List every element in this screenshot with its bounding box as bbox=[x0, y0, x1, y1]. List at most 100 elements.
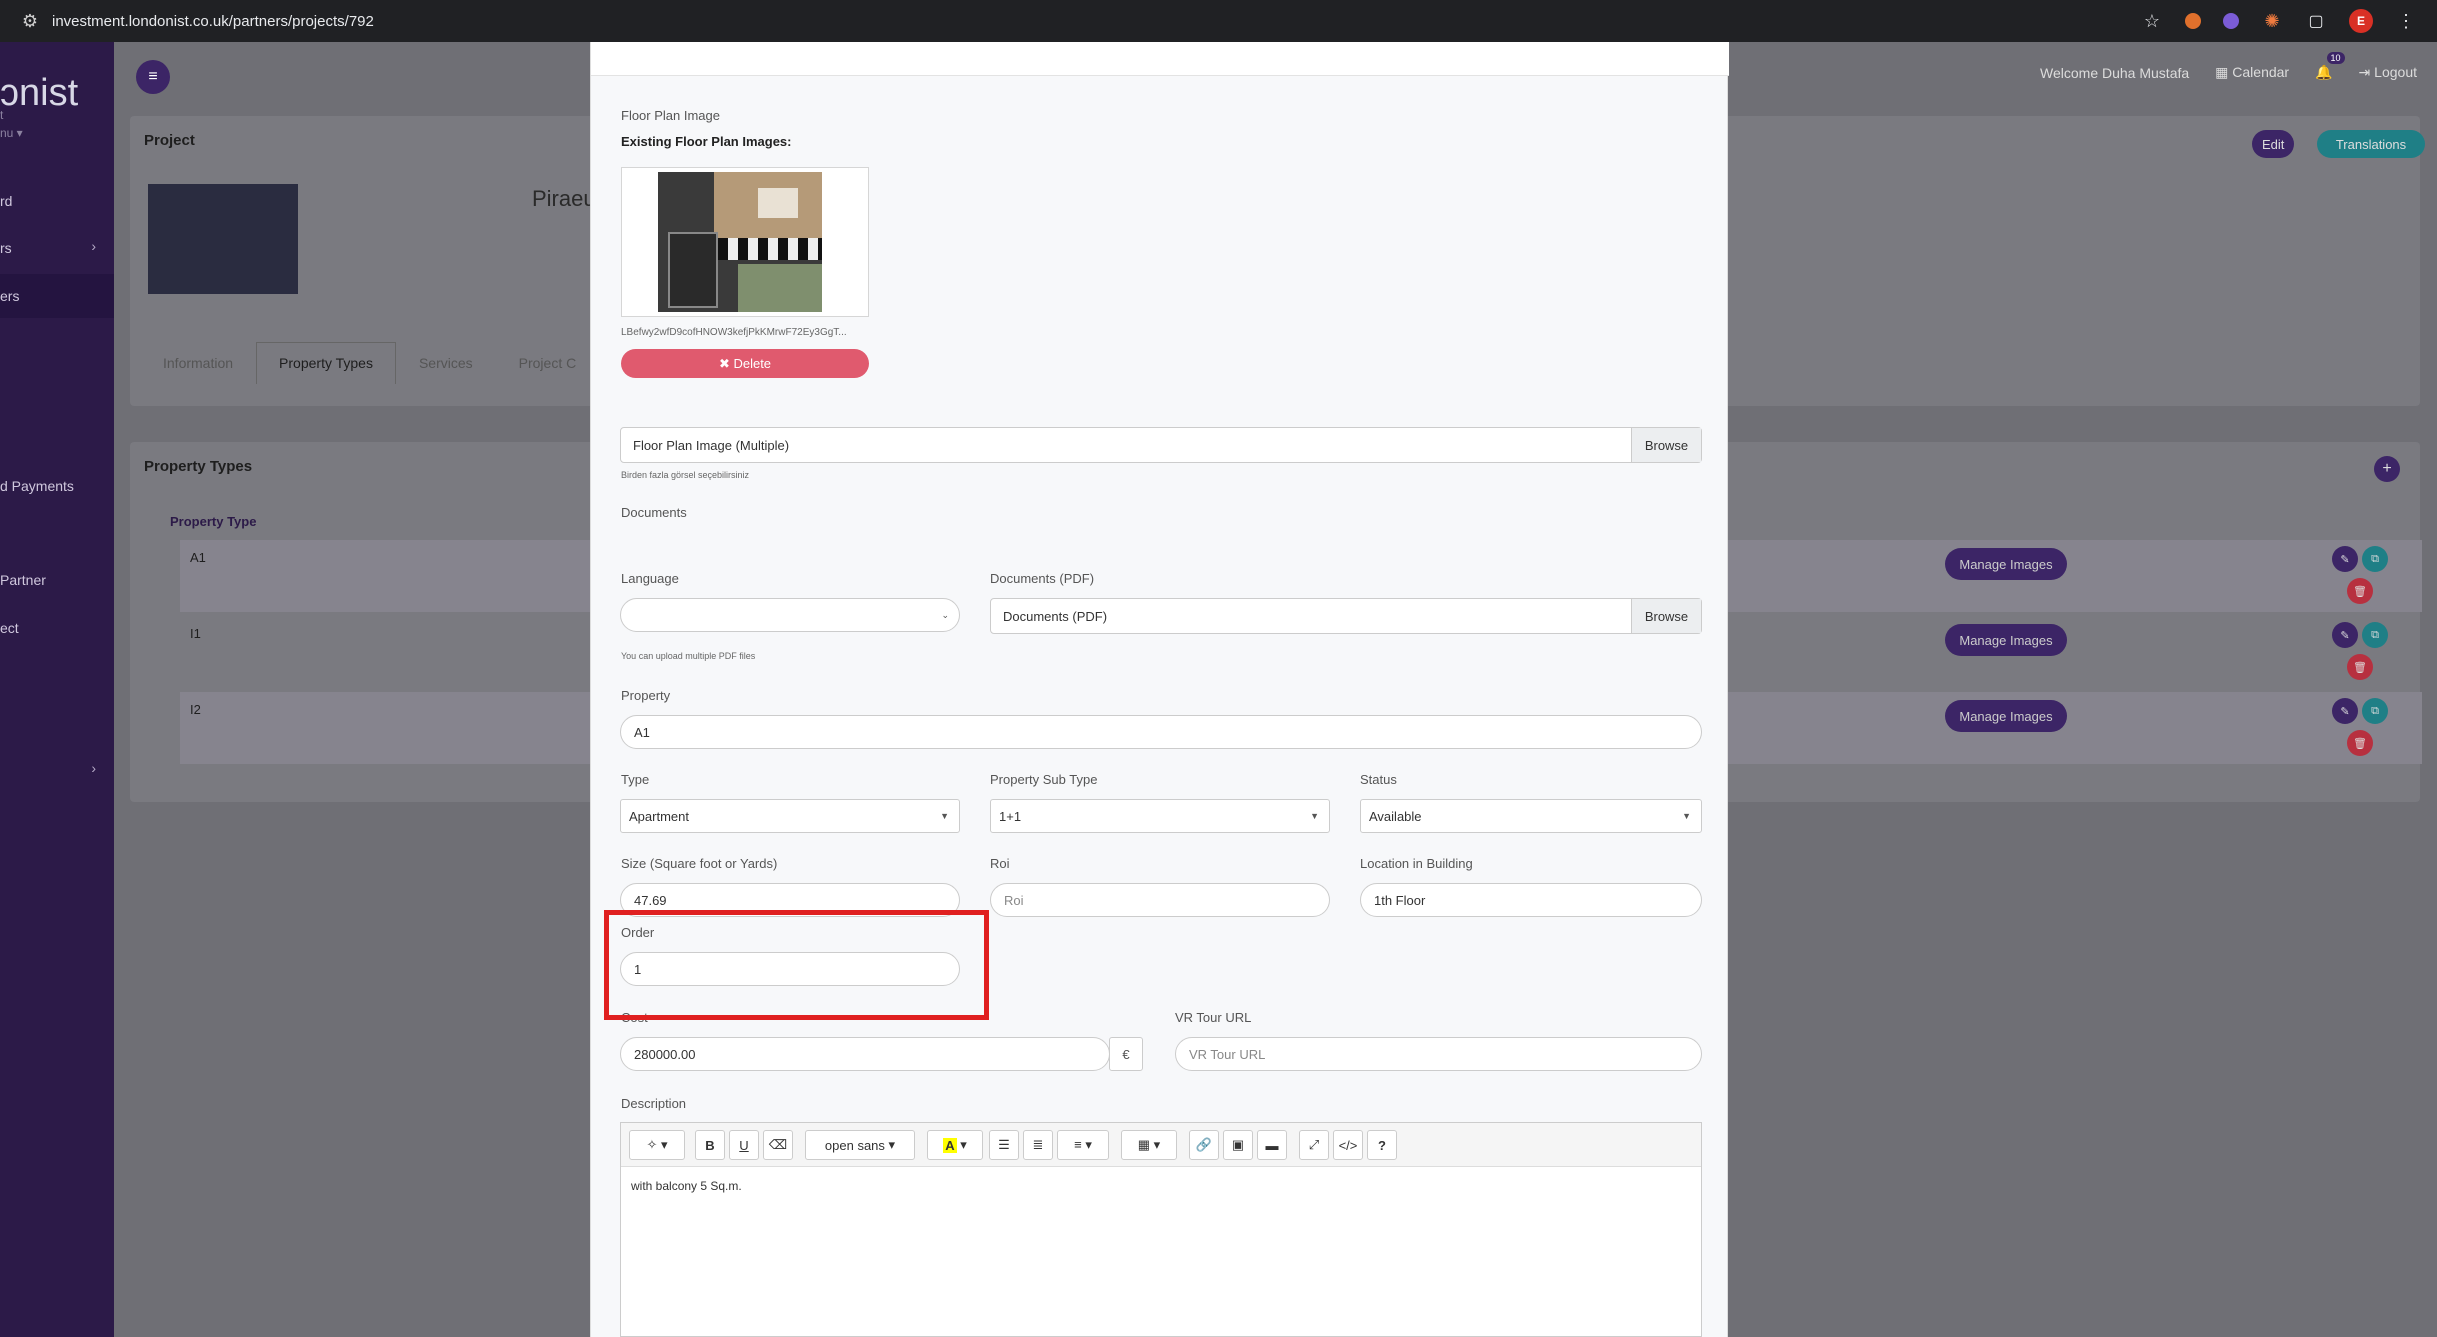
trash-icon[interactable]: 🗑 bbox=[2347, 578, 2373, 604]
edit-label: Edit bbox=[2262, 136, 2285, 152]
notification-badge: 10 bbox=[2326, 52, 2345, 64]
language-select[interactable]: ⌄ bbox=[620, 598, 960, 632]
sidebar-item-partner[interactable]: Partner bbox=[0, 572, 46, 588]
copy-icon[interactable]: ⧉ bbox=[2362, 698, 2388, 724]
extensions-puzzle-icon[interactable]: ▢ bbox=[2305, 10, 2327, 32]
extension-purple-icon[interactable] bbox=[2223, 13, 2239, 29]
type-value: Apartment bbox=[629, 808, 689, 824]
browse-button[interactable]: Browse bbox=[1631, 428, 1701, 462]
extension-sun-icon[interactable]: ✺ bbox=[2261, 10, 2283, 32]
manage-images-button[interactable]: Manage Images bbox=[1945, 624, 2067, 656]
site-settings-icon[interactable]: ⚙ bbox=[18, 9, 42, 33]
description-editor: ✧ ▾ B U ⌫ open sans ▾ A ▾ ☰ ≣ ≡ ▾ ▦ ▾ 🔗 … bbox=[620, 1122, 1702, 1337]
caret-down-icon: ▼ bbox=[940, 811, 949, 821]
star-icon[interactable]: ☆ bbox=[2141, 10, 2163, 32]
sidebar-item-partners[interactable]: ers bbox=[0, 288, 19, 304]
floor-plan-help: Birden fazla görsel seçebilirsiniz bbox=[621, 470, 750, 480]
notification-bell-icon[interactable]: 🔔 10 bbox=[2315, 52, 2345, 81]
tab-services[interactable]: Services bbox=[396, 342, 496, 384]
pdf-help: You can upload multiple PDF files bbox=[621, 651, 756, 661]
welcome-text: Welcome Duha Mustafa bbox=[2040, 64, 2190, 81]
vr-tour-input[interactable]: VR Tour URL bbox=[1175, 1037, 1702, 1071]
floor-plan-image bbox=[658, 172, 822, 312]
tab-project-content[interactable]: Project C bbox=[496, 342, 600, 384]
bullet-list-icon[interactable]: ☰ bbox=[989, 1130, 1019, 1160]
type-select[interactable]: Apartment ▼ bbox=[620, 799, 960, 833]
top-right-nav: Welcome Duha Mustafa ▦ Calendar 🔔 10 ⇥ Lo… bbox=[2040, 52, 2417, 81]
subtype-select[interactable]: 1+1 ▼ bbox=[990, 799, 1330, 833]
extension-orange-icon[interactable] bbox=[2185, 13, 2201, 29]
logo: ɔnist bbox=[0, 72, 79, 114]
magic-wand-icon[interactable]: ✧ ▾ bbox=[629, 1130, 685, 1160]
edit-icon[interactable]: ✎ bbox=[2332, 546, 2358, 572]
floor-plan-thumbnail[interactable] bbox=[621, 167, 869, 317]
column-property-type: Property Type bbox=[170, 514, 257, 529]
documents-pdf-input[interactable]: Documents (PDF) Browse bbox=[990, 598, 1702, 634]
add-icon[interactable]: + bbox=[2374, 456, 2400, 482]
tab-property-types[interactable]: Property Types bbox=[256, 342, 396, 384]
calendar-link[interactable]: ▦ Calendar bbox=[2215, 64, 2289, 81]
floor-plan-label: Floor Plan Image bbox=[621, 108, 720, 123]
numbered-list-icon[interactable]: ≣ bbox=[1023, 1130, 1053, 1160]
documents-label: Documents bbox=[621, 505, 687, 520]
trash-icon[interactable]: 🗑 bbox=[2347, 654, 2373, 680]
roi-input[interactable]: Roi bbox=[990, 883, 1330, 917]
sidebar-item-project[interactable]: ect bbox=[0, 620, 19, 636]
video-icon[interactable]: ▬ bbox=[1257, 1130, 1287, 1160]
tab-information[interactable]: Information bbox=[140, 342, 256, 384]
address-bar[interactable]: investment.londonist.co.uk/partners/proj… bbox=[52, 13, 374, 30]
edit-button[interactable]: Edit bbox=[2252, 130, 2295, 158]
property-label: Property bbox=[621, 688, 671, 703]
copy-icon[interactable]: ⧉ bbox=[2362, 546, 2388, 572]
code-view-icon[interactable]: </> bbox=[1333, 1130, 1363, 1160]
cost-input[interactable]: 280000.00 bbox=[620, 1037, 1110, 1071]
description-text[interactable]: with balcony 5 Sq.m. bbox=[631, 1179, 742, 1193]
modal-header bbox=[591, 42, 1729, 76]
project-tabs: Information Property Types Services Proj… bbox=[140, 342, 599, 384]
chevron-down-icon: ⌄ bbox=[941, 609, 949, 620]
browser-actions: ☆ ✺ ▢ E ⋮ bbox=[2141, 0, 2417, 42]
link-icon[interactable]: 🔗 bbox=[1189, 1130, 1219, 1160]
sidebar: ɔnist t nu ▾ rd rs › ers d Payments Part… bbox=[0, 42, 114, 1337]
browser-menu-icon[interactable]: ⋮ bbox=[2395, 10, 2417, 32]
floor-plan-multi-text: Floor Plan Image (Multiple) bbox=[633, 437, 790, 453]
text-color-icon[interactable]: A ▾ bbox=[927, 1130, 983, 1160]
fullscreen-icon[interactable]: ⤢ bbox=[1299, 1130, 1329, 1160]
trash-icon[interactable]: 🗑 bbox=[2347, 730, 2373, 756]
status-label: Status bbox=[1360, 772, 1397, 787]
property-input[interactable]: A1 bbox=[620, 715, 1702, 749]
hamburger-button[interactable]: ≡ bbox=[136, 60, 170, 94]
edit-icon[interactable]: ✎ bbox=[2332, 622, 2358, 648]
eraser-icon[interactable]: ⌫ bbox=[763, 1130, 793, 1160]
sidebar-item-payments[interactable]: d Payments bbox=[0, 478, 74, 494]
status-select[interactable]: Available ▼ bbox=[1360, 799, 1702, 833]
profile-avatar[interactable]: E bbox=[2349, 9, 2373, 33]
translations-label: Translations bbox=[2335, 136, 2407, 152]
bold-icon[interactable]: B bbox=[695, 1130, 725, 1160]
manage-images-button[interactable]: Manage Images bbox=[1945, 700, 2067, 732]
sidebar-item-users[interactable]: rs bbox=[0, 240, 12, 256]
subtype-label: Property Sub Type bbox=[990, 772, 1098, 787]
floor-plan-multi-input[interactable]: Floor Plan Image (Multiple) Browse bbox=[620, 427, 1702, 463]
sidebar-item-dashboard[interactable]: rd bbox=[0, 193, 12, 209]
edit-icon[interactable]: ✎ bbox=[2332, 698, 2358, 724]
image-icon[interactable]: ▣ bbox=[1223, 1130, 1253, 1160]
logout-link[interactable]: ⇥ Logout bbox=[2359, 64, 2417, 81]
manage-images-button[interactable]: Manage Images bbox=[1945, 548, 2067, 580]
project-card-title: Project bbox=[144, 132, 195, 149]
table-icon[interactable]: ▦ ▾ bbox=[1121, 1130, 1177, 1160]
browse-button[interactable]: Browse bbox=[1631, 599, 1701, 633]
help-icon[interactable]: ? bbox=[1367, 1130, 1397, 1160]
logout-icon: ⇥ bbox=[2358, 64, 2375, 80]
underline-icon[interactable]: U bbox=[729, 1130, 759, 1160]
translations-button[interactable]: Translations bbox=[2317, 130, 2425, 158]
logo-subtitle: t bbox=[0, 108, 4, 122]
align-icon[interactable]: ≡ ▾ bbox=[1057, 1130, 1109, 1160]
delete-button[interactable]: ✖ Delete bbox=[621, 349, 869, 378]
editor-toolbar: ✧ ▾ B U ⌫ open sans ▾ A ▾ ☰ ≣ ≡ ▾ ▦ ▾ 🔗 … bbox=[621, 1123, 1701, 1167]
copy-icon[interactable]: ⧉ bbox=[2362, 622, 2388, 648]
location-input[interactable]: 1th Floor bbox=[1360, 883, 1702, 917]
font-family-dropdown[interactable]: open sans ▾ bbox=[805, 1130, 915, 1160]
currency-addon: € bbox=[1109, 1037, 1143, 1071]
sidebar-menu-label[interactable]: nu ▾ bbox=[0, 126, 23, 140]
